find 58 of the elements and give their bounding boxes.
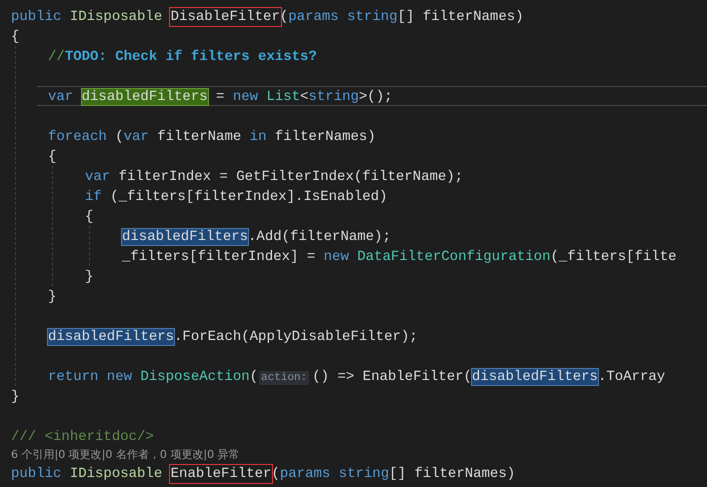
keyword: params: [288, 9, 340, 25]
code-text: =: [215, 89, 226, 105]
highlighted-reference: disabledFilters: [82, 89, 208, 105]
code-text: >();: [358, 89, 393, 105]
code-text: }: [85, 269, 94, 285]
code-text: {: [85, 209, 94, 225]
keyword: string: [308, 89, 359, 105]
highlighted-reference: disabledFilters: [122, 229, 248, 245]
code-text: _filters[filterIndex] =: [122, 249, 316, 265]
code-text: .ToArray: [598, 369, 666, 385]
type-name: IDisposable: [70, 9, 164, 25]
code-text: <: [300, 89, 308, 105]
code-text: {: [11, 29, 20, 45]
code-text: (_filters[filterIndex].IsEnabled): [109, 189, 388, 205]
code-text: [] filterNames): [398, 9, 524, 25]
keyword: in: [250, 129, 266, 145]
code-text: filterIndex = GetFilterIndex(filterName);: [118, 169, 464, 185]
keyword: public: [11, 466, 62, 482]
keyword: return new: [48, 369, 134, 385]
parameter-hint: action:: [259, 371, 310, 385]
codelens-text[interactable]: 6 个引用|0 项更改|0 名作者，0 项更改|0 异常: [11, 446, 707, 463]
code-text: {: [48, 149, 56, 165]
code-text: filterName: [156, 129, 242, 145]
keyword: var: [48, 89, 74, 105]
todo-comment: TODO: Check if filters exists?: [64, 49, 317, 65]
comment: //: [48, 49, 65, 65]
outlined-method-name: EnableFilter: [170, 466, 272, 482]
keyword: if: [85, 189, 102, 205]
keyword: foreach: [48, 129, 107, 145]
type-name: DataFilterConfiguration: [357, 249, 550, 265]
type-name: IDisposable: [70, 466, 164, 482]
doc-comment: ///: [11, 429, 38, 445]
code-text: }: [11, 389, 20, 405]
keyword: var: [85, 169, 110, 185]
keyword: string: [338, 466, 390, 482]
highlighted-reference: disabledFilters: [472, 369, 598, 385]
type-name: List: [266, 89, 300, 105]
code-text: .ForEach(ApplyDisableFilter);: [174, 329, 418, 345]
code-text: }: [48, 289, 56, 305]
keyword: new: [324, 249, 350, 265]
doc-comment: <inheritdoc/>: [44, 429, 154, 445]
code-text: () => EnableFilter(: [312, 369, 472, 385]
keyword: new: [232, 89, 260, 105]
code-text: (_filters[filte: [550, 249, 677, 265]
code-text: [] filterNames): [389, 466, 516, 482]
keyword: string: [347, 9, 398, 25]
keyword: var: [124, 129, 149, 145]
code-text: (: [280, 9, 288, 25]
highlighted-reference: disabledFilters: [48, 329, 174, 345]
keyword: params: [280, 466, 332, 482]
keyword: public: [11, 9, 62, 25]
code-text: (: [271, 466, 280, 482]
outlined-method-name: DisableFilter: [170, 9, 280, 25]
code-text: (: [250, 369, 258, 385]
code-text: filterNames): [274, 129, 376, 145]
code-text: (: [114, 129, 124, 145]
type-name: DisposeAction: [140, 369, 250, 385]
code-text: .Add(filterName);: [248, 229, 391, 245]
